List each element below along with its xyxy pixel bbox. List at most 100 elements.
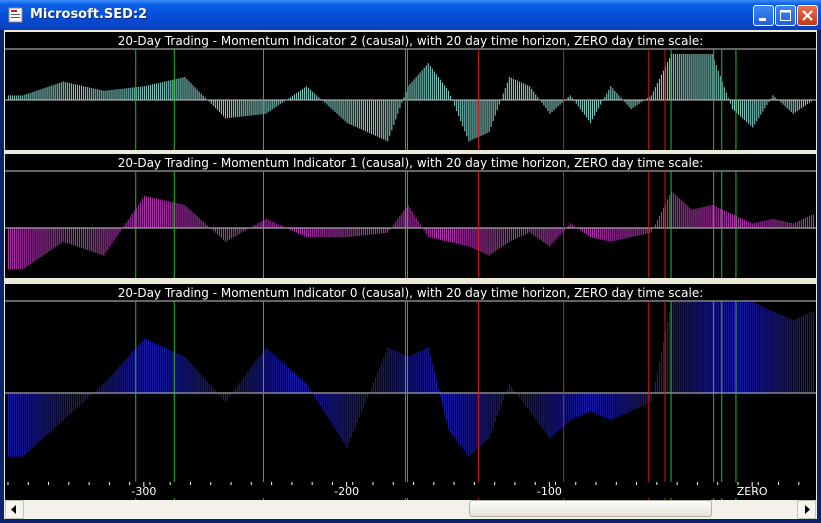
title-bar[interactable]: Microsoft.SED:2	[0, 0, 821, 30]
momentum-bar	[638, 393, 640, 408]
momentum-bar	[557, 228, 559, 238]
momentum-bar	[667, 62, 669, 100]
momentum-bar	[618, 228, 620, 240]
momentum-bar	[709, 54, 711, 100]
minimize-button[interactable]	[753, 5, 774, 26]
momentum-bar	[774, 312, 776, 393]
momentum-bar	[780, 220, 782, 228]
momentum-bar	[131, 213, 133, 228]
momentum-bar	[314, 393, 316, 397]
momentum-bar	[36, 228, 38, 260]
momentum-bar	[808, 312, 811, 393]
momentum-bar	[389, 100, 391, 136]
momentum-bar	[454, 228, 456, 244]
momentum-bar	[237, 228, 239, 235]
momentum-bar	[579, 393, 581, 416]
momentum-bar	[326, 393, 328, 416]
momentum-bar	[466, 393, 468, 454]
momentum-bar	[186, 79, 188, 100]
momentum-bar	[460, 228, 462, 245]
momentum-bar	[508, 383, 510, 393]
momentum-bar	[52, 85, 54, 100]
momentum-bar	[68, 228, 70, 244]
momentum-bar	[415, 77, 417, 100]
momentum-bar	[271, 221, 273, 228]
momentum-bar	[697, 208, 699, 228]
momentum-bar	[667, 322, 669, 393]
momentum-bar	[480, 228, 482, 252]
momentum-bar	[111, 228, 113, 244]
momentum-bar	[614, 228, 616, 241]
momentum-bar	[725, 302, 727, 393]
momentum-bar	[397, 218, 399, 228]
momentum-bar	[119, 365, 121, 393]
momentum-bar	[417, 352, 419, 393]
momentum-bar	[685, 302, 687, 393]
momentum-bar	[101, 90, 103, 100]
momentum-bar	[660, 74, 663, 100]
momentum-bar	[255, 361, 257, 393]
momentum-bar	[30, 92, 32, 100]
scroll-right-button[interactable]	[797, 500, 816, 519]
momentum-bar	[675, 54, 677, 100]
momentum-bar	[255, 224, 257, 228]
close-button[interactable]	[797, 5, 818, 26]
momentum-bar	[636, 228, 638, 236]
momentum-bar	[44, 87, 46, 100]
momentum-bar	[731, 214, 733, 228]
momentum-bar	[253, 363, 255, 393]
momentum-bar	[792, 100, 794, 114]
momentum-bar	[295, 374, 298, 393]
momentum-bar	[259, 355, 261, 393]
momentum-bar	[147, 196, 150, 228]
momentum-bar	[725, 92, 727, 100]
momentum-bar	[744, 302, 746, 393]
momentum-bar	[707, 205, 709, 228]
momentum-bar	[243, 377, 245, 393]
momentum-bar	[421, 350, 423, 393]
momentum-bar	[660, 352, 663, 393]
momentum-bar	[707, 54, 709, 100]
scroll-left-button[interactable]	[5, 500, 24, 519]
momentum-bar	[703, 206, 705, 228]
momentum-bar	[22, 95, 24, 100]
momentum-bar	[764, 307, 766, 393]
momentum-bar	[746, 100, 748, 123]
momentum-bar	[594, 393, 596, 414]
momentum-bar	[111, 89, 113, 100]
momentum-bar	[156, 83, 158, 100]
momentum-bar	[127, 356, 129, 393]
momentum-bar	[107, 228, 109, 250]
momentum-bar	[83, 86, 85, 100]
momentum-bar	[411, 354, 413, 393]
maximize-button[interactable]	[775, 5, 796, 26]
momentum-bar	[634, 100, 636, 107]
momentum-bar	[622, 393, 624, 415]
momentum-bar	[626, 393, 628, 414]
momentum-bar	[514, 228, 517, 240]
momentum-bar	[145, 85, 147, 100]
scrollbar-thumb[interactable]	[469, 500, 712, 517]
momentum-bar	[435, 228, 437, 240]
momentum-bar	[401, 213, 403, 228]
momentum-bar	[620, 393, 622, 416]
momentum-bar	[464, 228, 466, 246]
momentum-bar	[705, 54, 707, 100]
momentum-bar	[527, 85, 529, 100]
momentum-bar	[685, 204, 687, 228]
momentum-bar	[798, 220, 800, 228]
arrow-right-icon	[805, 505, 810, 514]
momentum-bar	[612, 88, 614, 100]
momentum-bar	[239, 228, 241, 234]
momentum-bar	[231, 228, 233, 239]
momentum-bar	[443, 393, 446, 414]
momentum-bar	[273, 354, 275, 393]
momentum-bar	[549, 100, 551, 114]
momentum-bar	[62, 228, 64, 242]
horizontal-scrollbar[interactable]	[4, 500, 817, 519]
momentum-bar	[42, 393, 44, 439]
momentum-bar	[93, 228, 95, 253]
momentum-bar	[500, 228, 502, 248]
momentum-bar	[762, 221, 764, 228]
momentum-bar	[413, 353, 415, 393]
